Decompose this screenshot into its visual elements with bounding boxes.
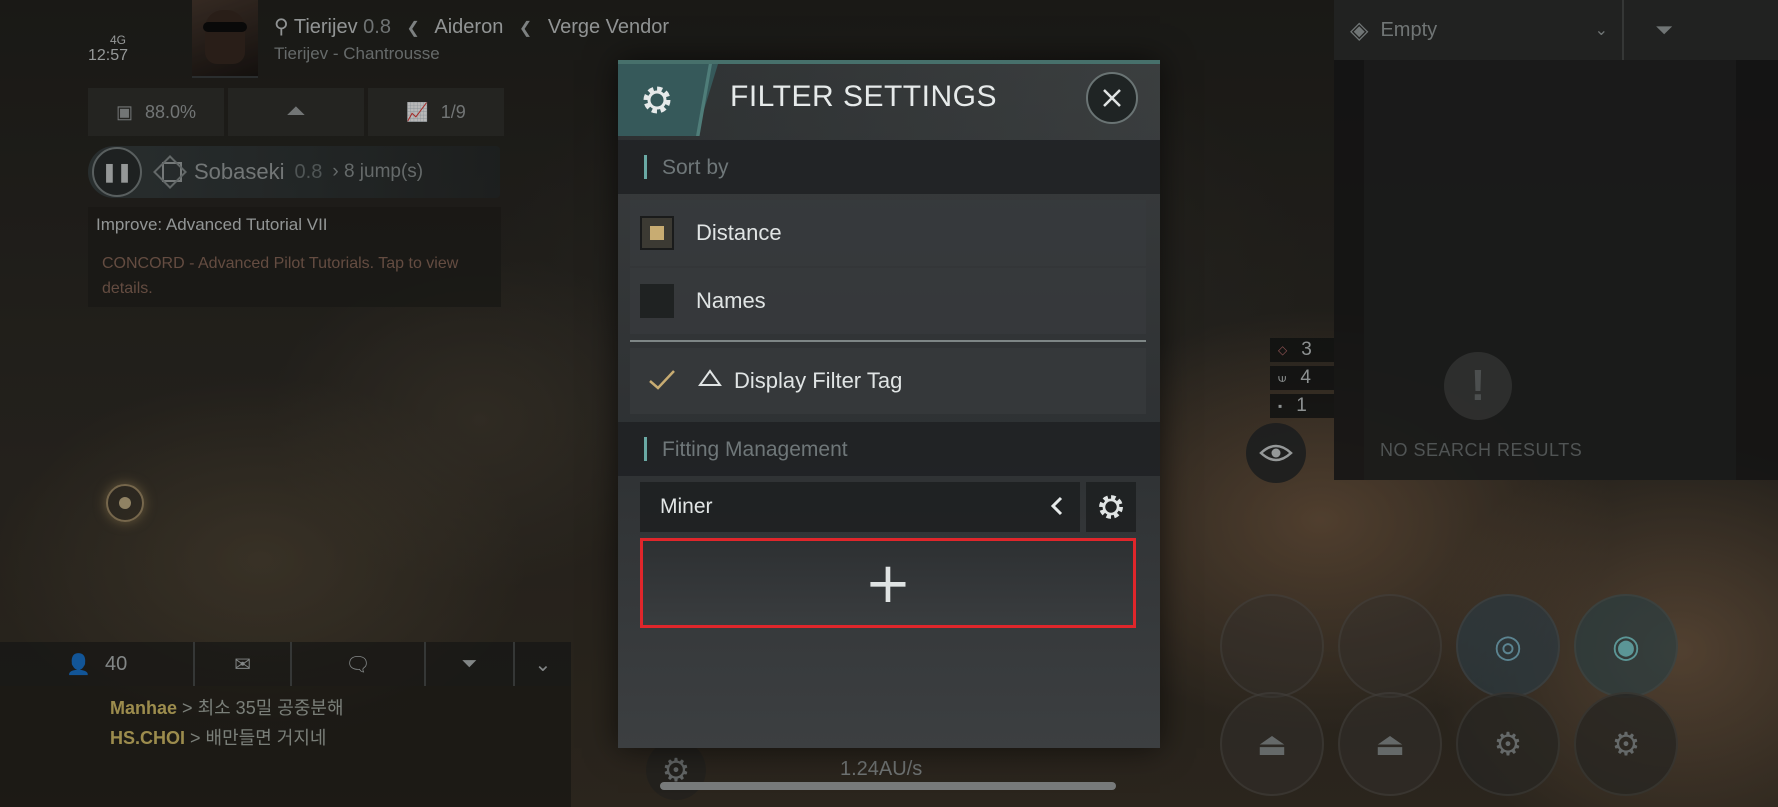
sort-option-names[interactable]: Names (630, 268, 1146, 334)
close-button[interactable] (1086, 72, 1138, 124)
divider (630, 340, 1146, 342)
sort-option-distance[interactable]: Distance (630, 200, 1146, 266)
sort-by-label: Sort by (662, 156, 729, 179)
fitting-settings-button[interactable] (1086, 482, 1136, 532)
display-filter-tag-label: Display Filter Tag (734, 368, 903, 393)
display-filter-tag-toggle[interactable]: Display Filter Tag (630, 348, 1146, 414)
radio-distance[interactable] (640, 216, 674, 250)
close-icon (1103, 89, 1121, 107)
dialog-title: FILTER SETTINGS (730, 80, 997, 113)
sort-by-section: Sort by (618, 140, 1160, 194)
gear-icon (1099, 495, 1123, 519)
fitting-selected: Miner (660, 495, 713, 518)
gear-icon (643, 86, 671, 114)
fitting-management-section: Fitting Management (618, 422, 1160, 476)
tag-icon (698, 369, 722, 386)
filter-settings-dialog: FILTER SETTINGS Sort by Distance Names D… (618, 60, 1160, 748)
chevron-left-icon (1050, 496, 1063, 516)
sort-option-label: Distance (696, 220, 782, 245)
radio-names[interactable] (640, 284, 674, 318)
fitting-management-label: Fitting Management (662, 438, 848, 461)
fitting-select[interactable]: Miner (640, 482, 1080, 532)
highlight-box (640, 538, 1136, 628)
checkmark-icon[interactable] (644, 362, 680, 398)
sort-option-label: Names (696, 288, 766, 313)
